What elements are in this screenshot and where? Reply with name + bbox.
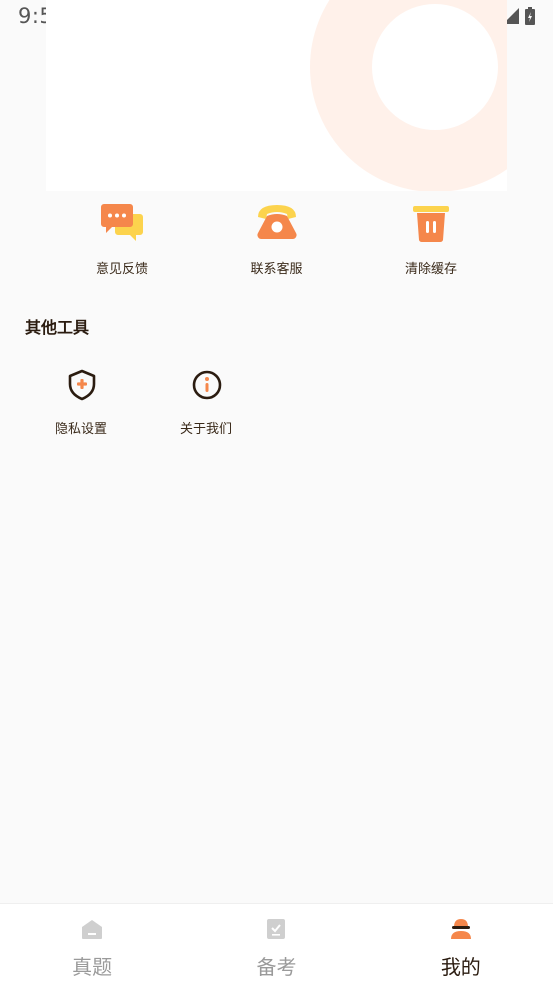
clear-cache-label: 清除缓存 [404, 262, 457, 277]
other-tools-grid: 隐私设置 关于我们 [46, 368, 296, 437]
contact-service-button[interactable]: 联系客服 [201, 196, 353, 286]
info-icon [192, 370, 222, 400]
battery-icon [525, 7, 535, 25]
tab-mine-label: 我的 [440, 955, 481, 979]
shield-icon [68, 369, 96, 401]
privacy-settings-button[interactable]: 隐私设置 [46, 368, 171, 437]
tab-exam-questions[interactable]: 真题 [0, 904, 184, 984]
trash-icon [413, 206, 449, 243]
decorative-ring [310, 0, 507, 191]
clear-cache-button[interactable]: 清除缓存 [355, 196, 507, 286]
privacy-settings-label: 隐私设置 [55, 422, 108, 437]
tab-mine[interactable]: 我的 [369, 904, 553, 984]
home-icon [82, 920, 103, 939]
contact-service-label: 联系客服 [250, 262, 303, 277]
about-us-label: 关于我们 [180, 422, 233, 437]
feedback-chat-icon [101, 204, 143, 241]
bottom-tab-bar: 真题 备考 我的 [0, 903, 553, 984]
tab-exam-questions-label: 真题 [72, 955, 113, 979]
feedback-button[interactable]: 意见反馈 [46, 196, 198, 286]
user-icon [450, 919, 471, 939]
section-title-other-tools: 其他工具 [25, 318, 90, 337]
about-us-button[interactable]: 关于我们 [171, 368, 296, 437]
checklist-icon [267, 919, 286, 939]
telephone-icon [256, 205, 297, 240]
quick-actions: 意见反馈 联系客服 清除缓存 [46, 196, 507, 286]
tab-exam-prep[interactable]: 备考 [184, 904, 368, 984]
profile-banner [46, 0, 507, 191]
tab-exam-prep-label: 备考 [256, 955, 297, 979]
feedback-label: 意见反馈 [95, 262, 148, 277]
